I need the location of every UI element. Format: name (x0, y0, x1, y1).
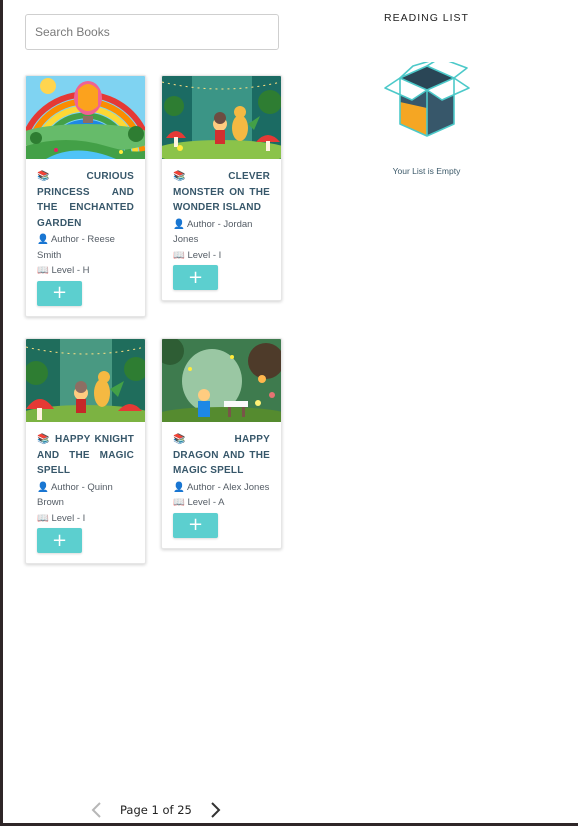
open-book-icon: 📖 (173, 497, 185, 508)
empty-box-icon (384, 62, 470, 137)
add-to-list-button[interactable]: + (173, 265, 218, 290)
person-icon: 👤 (37, 234, 49, 245)
chevron-right-icon[interactable] (205, 800, 225, 820)
book-author: 👤 Author - Alex Jones (173, 481, 270, 493)
book-author: 👤 Author - Reese Smith (37, 234, 115, 261)
book-level: 📖 Level - I (173, 249, 222, 261)
book-cover-image[interactable] (26, 339, 145, 422)
page: 📚 CURIOUS PRINCESS AND THE ENCHANTED GAR… (3, 0, 578, 823)
empty-list-message: Your List is Empty (392, 166, 461, 176)
book-card: 📚 HAPPY DRAGON AND THE MAGIC SPELL 👤 Aut… (161, 338, 282, 549)
book-title[interactable]: 📚 CLEVER MONSTER ON THE WONDER ISLAND (173, 169, 270, 216)
books-icon: 📚 (37, 434, 51, 445)
add-to-list-button[interactable]: + (37, 280, 82, 306)
open-book-icon: 📖 (173, 249, 185, 261)
book-cover-image[interactable] (26, 76, 145, 159)
book-card: 📚 HAPPY KNIGHT AND THE MAGIC SPELL 👤 Aut… (25, 338, 146, 564)
book-level: 📖 Level - A (173, 497, 225, 508)
book-cover-image[interactable] (162, 339, 281, 422)
open-book-icon: 📖 (37, 512, 49, 524)
book-card: 📚 CURIOUS PRINCESS AND THE ENCHANTED GAR… (25, 75, 146, 317)
person-icon: 👤 (37, 481, 49, 493)
book-cover-image[interactable] (162, 76, 281, 159)
books-icon: 📚 (173, 171, 206, 182)
books-icon: 📚 (37, 171, 67, 182)
book-author: 👤 Author - Quinn Brown (37, 481, 113, 509)
person-icon: 👤 (173, 218, 185, 230)
books-icon: 📚 (173, 434, 209, 445)
add-to-list-button[interactable]: + (37, 528, 82, 553)
open-book-icon: 📖 (37, 265, 49, 276)
search-input[interactable] (25, 14, 279, 50)
reading-list-title: READING LIST (384, 12, 469, 24)
book-level: 📖 Level - I (37, 512, 86, 524)
person-icon: 👤 (173, 481, 185, 493)
pagination: Page 1 of 25 (87, 800, 225, 820)
book-level: 📖 Level - H (37, 265, 90, 276)
book-card: 📚 CLEVER MONSTER ON THE WONDER ISLAND 👤 … (161, 75, 282, 301)
add-to-list-button[interactable]: + (173, 512, 218, 538)
book-author: 👤 Author - Jordan Jones (173, 218, 253, 246)
book-title[interactable]: 📚 HAPPY KNIGHT AND THE MAGIC SPELL (37, 432, 134, 479)
page-indicator: Page 1 of 25 (120, 803, 192, 817)
book-title[interactable]: 📚 HAPPY DRAGON AND THE MAGIC SPELL (173, 432, 270, 479)
book-title[interactable]: 📚 CURIOUS PRINCESS AND THE ENCHANTED GAR… (37, 169, 134, 231)
chevron-left-icon[interactable] (87, 800, 107, 820)
